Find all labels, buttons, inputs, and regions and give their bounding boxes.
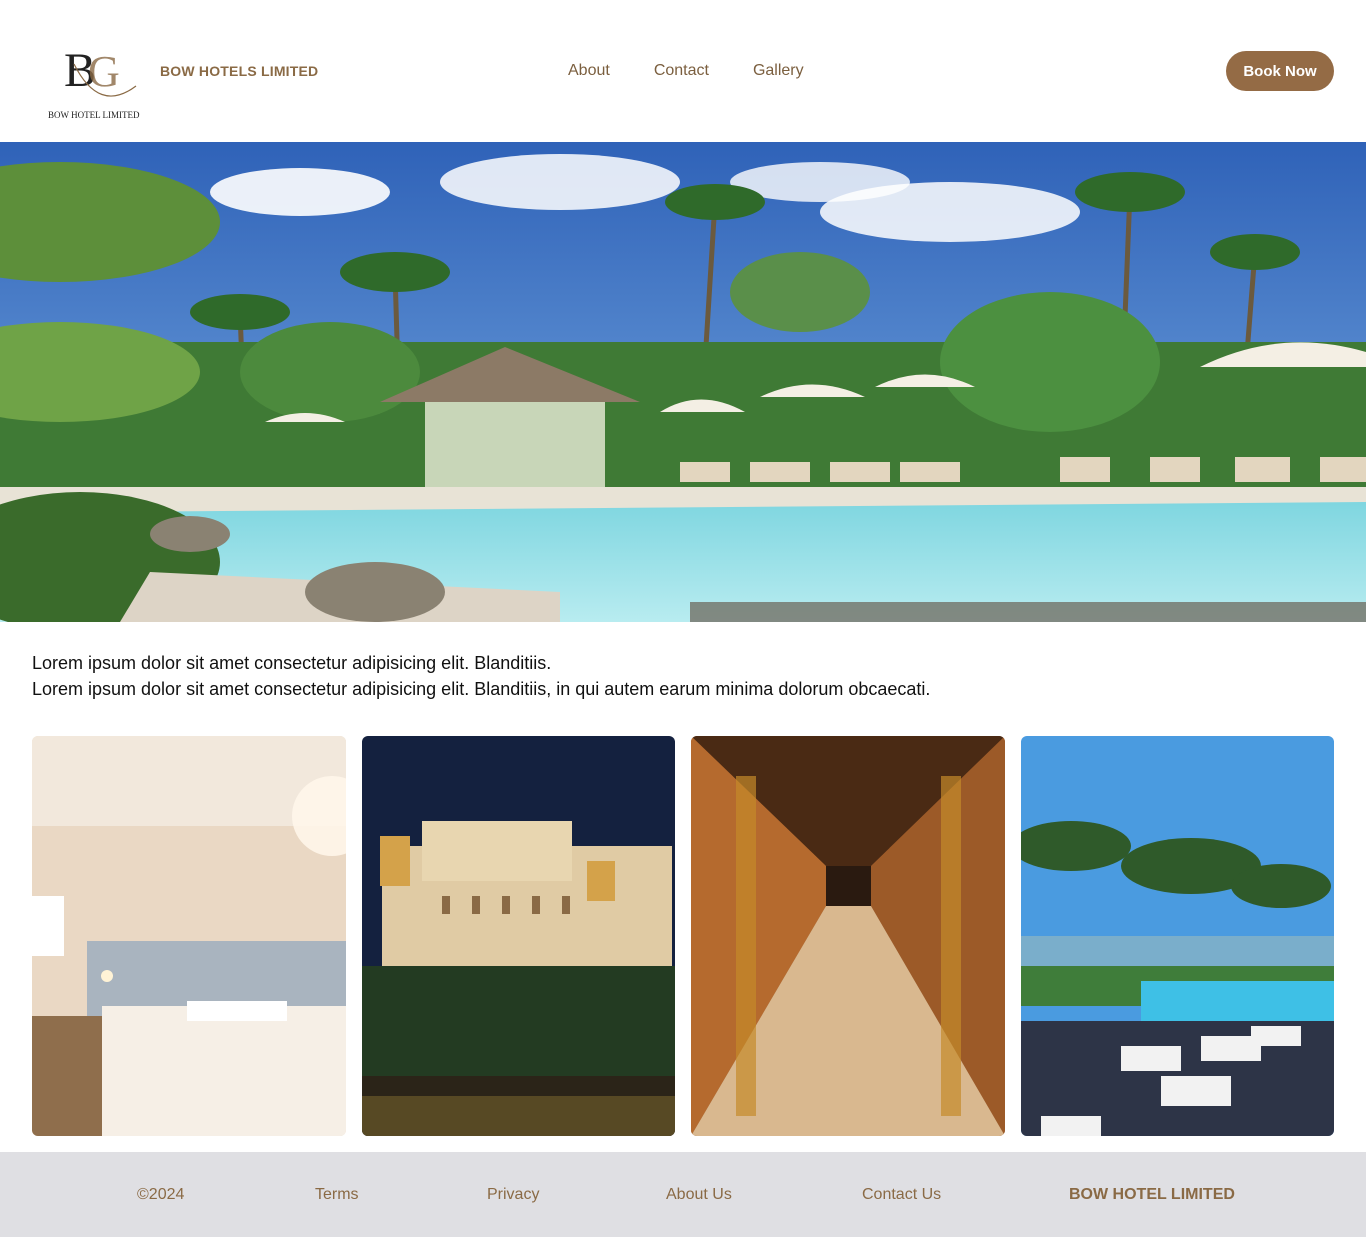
nav-about[interactable]: About	[568, 62, 610, 80]
gallery-item-hallway[interactable]	[691, 736, 1005, 1136]
main-nav: About Contact Gallery	[568, 62, 804, 80]
brand-name: BOW HOTELS LIMITED	[160, 63, 319, 79]
nav-gallery[interactable]: Gallery	[753, 62, 804, 80]
intro-line-2: Lorem ipsum dolor sit amet consectetur a…	[32, 679, 931, 699]
site-footer: ©2024 Terms Privacy About Us Contact Us …	[0, 1152, 1366, 1237]
logo-text: BOW HOTEL LIMITED	[48, 110, 140, 120]
footer-link-privacy[interactable]: Privacy	[487, 1186, 539, 1204]
gallery-item-palace-at-night[interactable]	[361, 736, 675, 1136]
logo-mark-icon: B G BOW HOTEL LIMITED	[48, 44, 140, 120]
gallery-item-poolside-terrace[interactable]	[1020, 736, 1334, 1136]
site-header: B G BOW HOTEL LIMITED BOW HOTELS LIMITED…	[0, 0, 1366, 142]
logo[interactable]: B G BOW HOTEL LIMITED	[44, 34, 150, 124]
footer-link-terms[interactable]: Terms	[315, 1186, 359, 1204]
gallery-item-bedroom[interactable]	[32, 736, 346, 1136]
gallery	[32, 736, 1334, 1136]
book-now-button[interactable]: Book Now	[1226, 51, 1334, 91]
footer-link-about-us[interactable]: About Us	[666, 1186, 732, 1204]
hero-image	[0, 142, 1366, 622]
nav-contact[interactable]: Contact	[654, 62, 709, 80]
footer-copyright: ©2024	[137, 1186, 185, 1203]
intro-line-1: Lorem ipsum dolor sit amet consectetur a…	[32, 653, 552, 673]
intro-text: Lorem ipsum dolor sit amet consectetur a…	[32, 650, 1332, 702]
footer-link-contact-us[interactable]: Contact Us	[862, 1186, 941, 1204]
footer-brand: BOW HOTEL LIMITED	[1069, 1186, 1235, 1203]
